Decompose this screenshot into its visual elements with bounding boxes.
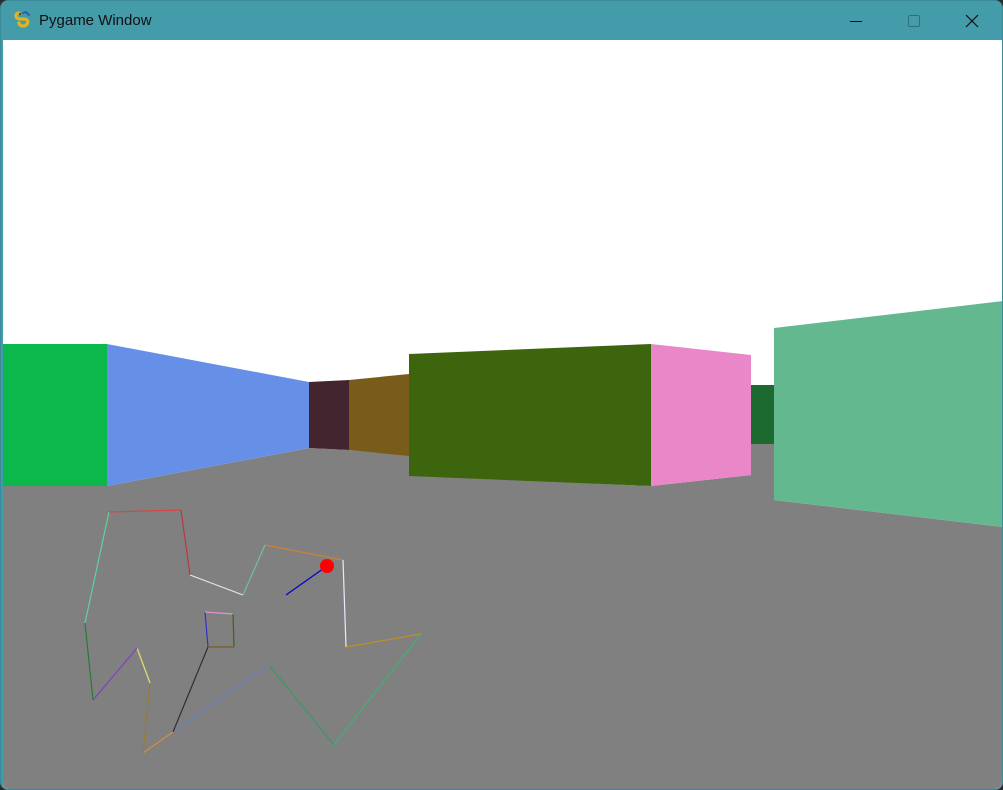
maximize-icon [908, 14, 920, 27]
title-bar[interactable]: Pygame Window [1, 1, 1002, 40]
wall-olive [409, 344, 651, 486]
close-icon [965, 14, 979, 27]
minimize-icon [850, 20, 862, 22]
wall-mint [774, 301, 1002, 527]
wall-dark-maroon [309, 380, 349, 450]
minimize-button[interactable] [827, 1, 885, 40]
wall-pink [651, 344, 751, 486]
pygame-window: Pygame Window [0, 0, 1003, 790]
wall-brown [349, 374, 409, 456]
close-button[interactable] [943, 1, 1001, 40]
raycast-scene [3, 40, 1002, 789]
maximize-button[interactable] [885, 1, 943, 40]
pygame-snake-icon [14, 10, 30, 28]
wall-dark-green [751, 385, 774, 444]
game-viewport[interactable] [3, 40, 1002, 789]
window-title: Pygame Window [39, 12, 152, 29]
player-marker [320, 559, 334, 573]
wall-green [3, 344, 107, 486]
